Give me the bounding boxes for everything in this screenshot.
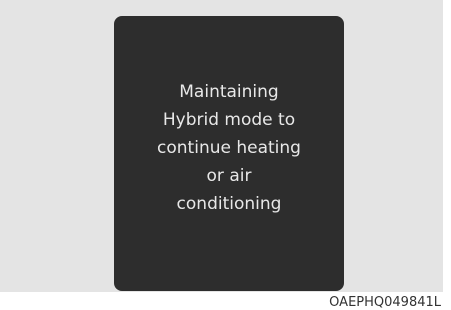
cluster-display: Maintaining Hybrid mode to continue heat…: [114, 16, 344, 291]
message-line-4: or air: [206, 165, 252, 186]
figure-frame: Maintaining Hybrid mode to continue heat…: [0, 0, 451, 310]
message-line-5: conditioning: [176, 193, 282, 214]
hybrid-mode-message: Maintaining Hybrid mode to continue heat…: [157, 78, 301, 218]
message-line-2: Hybrid mode to: [162, 109, 296, 130]
figure-background: Maintaining Hybrid mode to continue heat…: [0, 0, 443, 292]
message-line-1: Maintaining: [179, 81, 279, 102]
message-line-3: continue heating: [157, 137, 301, 158]
